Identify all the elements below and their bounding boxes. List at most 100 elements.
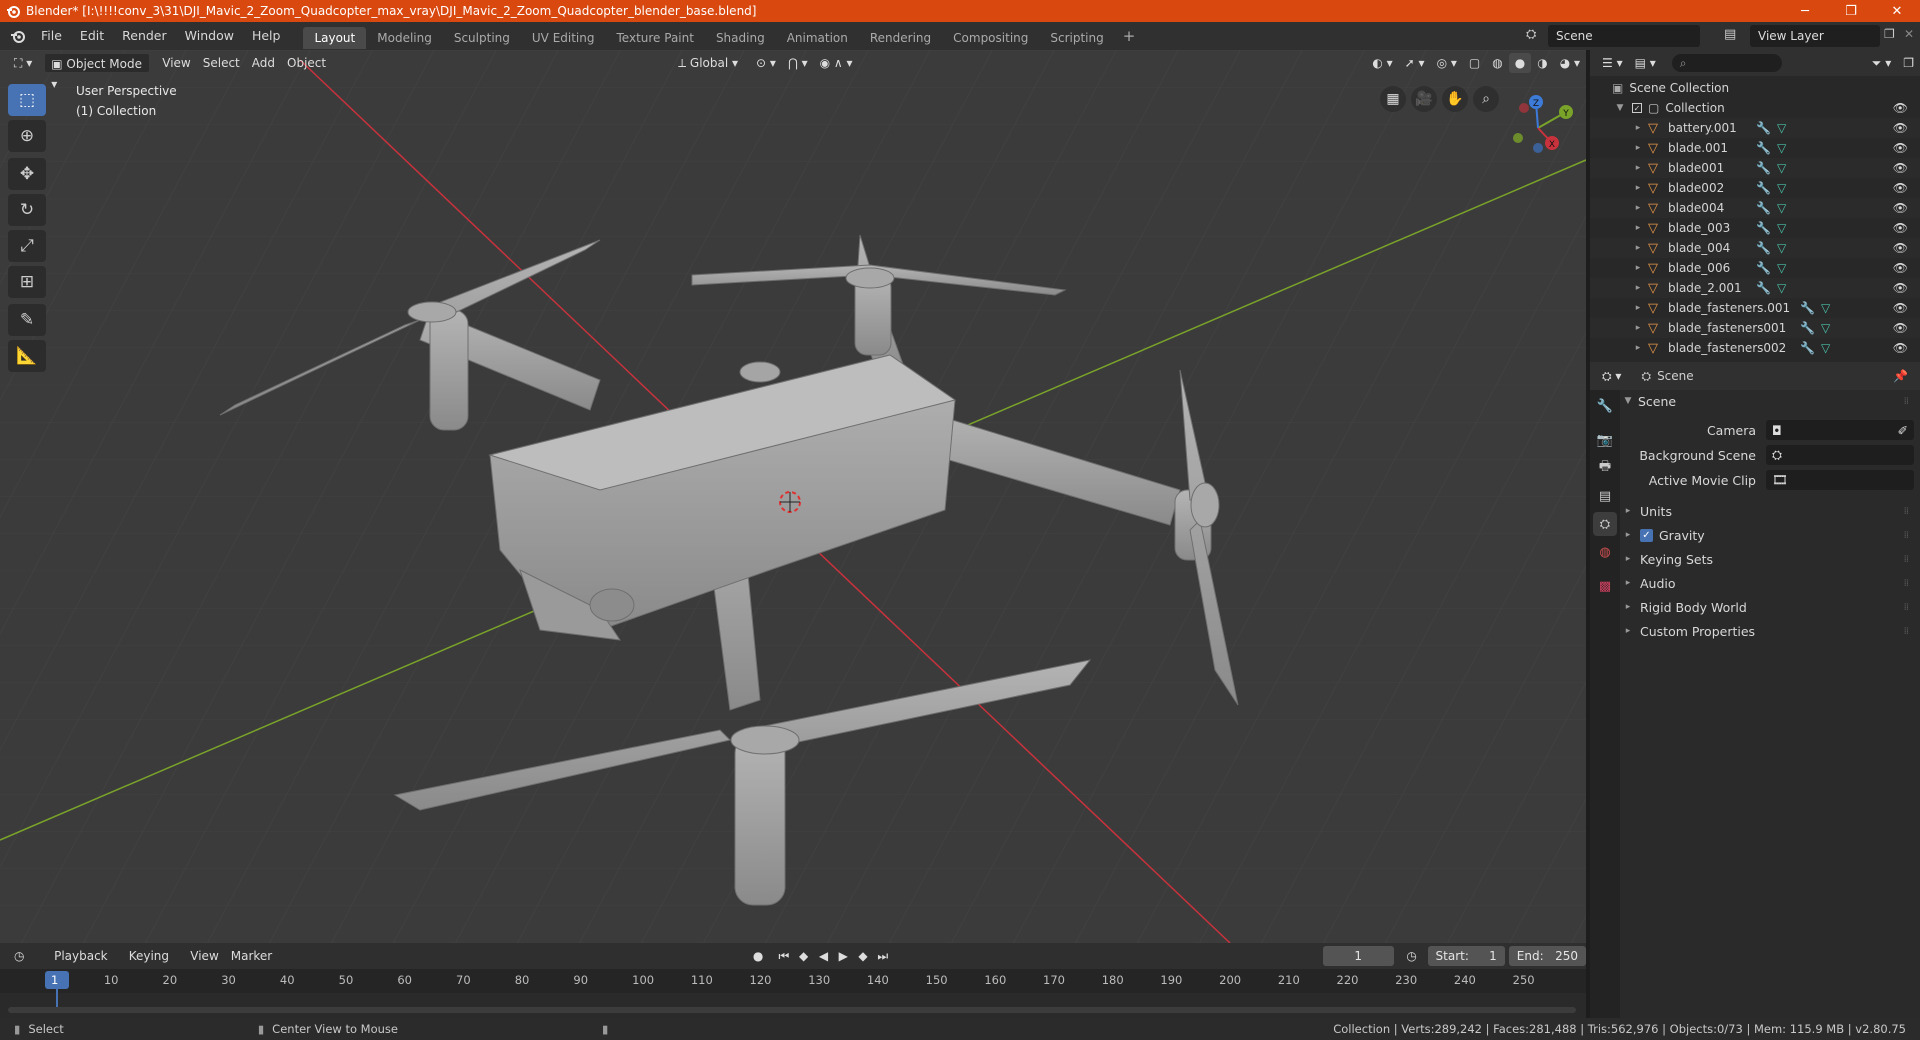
solid-shading-icon[interactable]: ● <box>1508 53 1532 73</box>
mesh-data-icon[interactable]: ▽ <box>1777 221 1786 235</box>
jump-start-icon[interactable]: ⏮ <box>774 946 794 966</box>
play-icon[interactable]: ▶ <box>833 946 853 966</box>
tab-animation[interactable]: Animation <box>776 27 859 49</box>
wireframe-shading-icon[interactable]: ◍ <box>1486 53 1508 73</box>
menu-render[interactable]: Render <box>113 22 176 50</box>
drag-handle-icon[interactable]: ⁞⁞ <box>1904 578 1909 589</box>
tab-sculpting[interactable]: Sculpting <box>443 27 521 49</box>
menu-marker[interactable]: Marker <box>225 946 278 966</box>
outliner-editor-type-icon[interactable]: ☰ ▾ <box>1596 53 1629 73</box>
view-layer-tab-icon[interactable]: ▤ <box>1593 484 1617 508</box>
filter-icon[interactable]: ⏷ ▾ <box>1866 53 1897 73</box>
mesh-data-icon[interactable]: ▽ <box>1777 141 1786 155</box>
play-reverse-icon[interactable]: ◀ <box>814 946 834 966</box>
outliner-object-row[interactable]: ▸ ▽ blade002 🔧 ▽ 👁 <box>1590 178 1920 198</box>
timeline-ruler[interactable]: 1 10 20 30 40 50 60 70 80 90 100 110 120 130 140 150 160… <box>0 969 1586 993</box>
eye-icon[interactable]: 👁 <box>1893 141 1908 155</box>
prev-keyframe-icon[interactable]: ◆ <box>794 946 814 966</box>
menu-keying[interactable]: Keying ▾ <box>123 946 185 983</box>
panel-units[interactable]: ▸ Units ⁞⁞ <box>1622 500 1914 522</box>
modifier-wrench-icon[interactable]: 🔧 <box>1756 181 1771 195</box>
view-layer-icon[interactable]: ▤ <box>1724 27 1736 42</box>
rotate-tool[interactable]: ↻ <box>8 194 46 226</box>
tool-tab-icon[interactable]: 🔧 <box>1593 394 1617 418</box>
panel-audio[interactable]: ▸ Audio ⁞⁞ <box>1622 572 1914 594</box>
eye-icon[interactable]: 👁 <box>1893 221 1908 235</box>
mesh-data-icon[interactable]: ▽ <box>1777 201 1786 215</box>
menu-object[interactable]: Object <box>281 53 332 73</box>
outliner-object-row[interactable]: ▸ ▽ blade_2.001 🔧 ▽ 👁 <box>1590 278 1920 298</box>
modifier-wrench-icon[interactable]: 🔧 <box>1756 241 1771 255</box>
outliner-scene-collection[interactable]: ▣ Scene Collection <box>1590 78 1920 98</box>
expand-arrow-icon[interactable]: ▸ <box>1632 283 1644 293</box>
expand-arrow-icon[interactable]: ▼ <box>1614 103 1626 113</box>
eye-icon[interactable]: 👁 <box>1893 321 1908 335</box>
eye-icon[interactable]: 👁 <box>1893 101 1908 115</box>
current-frame-field[interactable]: 1 <box>1322 946 1394 966</box>
drag-handle-icon[interactable]: ⁞⁞ <box>1904 626 1909 637</box>
modifier-wrench-icon[interactable]: 🔧 <box>1800 341 1815 355</box>
outliner-collection[interactable]: ▼ ✓ ▢ Collection 👁 <box>1590 98 1920 118</box>
eye-icon[interactable]: 👁 <box>1893 121 1908 135</box>
tab-layout[interactable]: Layout <box>303 26 367 49</box>
scene-icon[interactable]: ⛭ <box>1526 27 1536 42</box>
annotate-tool[interactable]: ✎ <box>8 304 46 336</box>
drag-handle-icon[interactable]: ⁞⁞ <box>1904 602 1909 613</box>
mesh-data-icon[interactable]: ▽ <box>1777 181 1786 195</box>
outliner-search-input[interactable]: ⌕ <box>1671 54 1782 72</box>
drag-handle-icon[interactable]: ⁞⁞ <box>1904 396 1909 407</box>
modifier-wrench-icon[interactable]: 🔧 <box>1756 121 1771 135</box>
expand-arrow-icon[interactable]: ▸ <box>1632 243 1644 253</box>
close-button[interactable]: ✕ <box>1874 0 1920 22</box>
mesh-data-icon[interactable]: ▽ <box>1821 321 1830 335</box>
mesh-data-icon[interactable]: ▽ <box>1777 281 1786 295</box>
new-view-layer-icon[interactable]: ❐ <box>1884 27 1895 41</box>
outliner-object-row[interactable]: ▸ ▽ blade_003 🔧 ▽ 👁 <box>1590 218 1920 238</box>
modifier-wrench-icon[interactable]: 🔧 <box>1756 201 1771 215</box>
measure-tool[interactable]: 📐 <box>8 340 46 372</box>
move-tool[interactable]: ✥ <box>8 158 46 190</box>
navigation-gizmo[interactable]: Y Z X <box>1500 86 1580 166</box>
eyedropper-icon[interactable]: ✐ <box>1898 423 1908 438</box>
modifier-wrench-icon[interactable]: 🔧 <box>1756 281 1771 295</box>
render-tab-icon[interactable]: 📷 <box>1593 428 1617 452</box>
panel-keying-sets[interactable]: ▸ Keying Sets ⁞⁞ <box>1622 548 1914 570</box>
expand-arrow-icon[interactable]: ▸ <box>1632 303 1644 313</box>
mesh-data-icon[interactable]: ▽ <box>1777 121 1786 135</box>
pan-hand-icon[interactable]: ✋ <box>1442 86 1468 112</box>
drag-handle-icon[interactable]: ⁞⁞ <box>1904 530 1909 541</box>
outliner-object-row[interactable]: ▸ ▽ blade_004 🔧 ▽ 👁 <box>1590 238 1920 258</box>
proportional-edit-icon[interactable]: ◉ ∧ ▾ <box>814 53 859 73</box>
frame-clock-icon[interactable]: ◷ <box>1402 946 1422 966</box>
pin-icon[interactable]: 📌 <box>1893 369 1908 383</box>
expand-arrow-icon[interactable]: ▸ <box>1632 343 1644 353</box>
outliner-object-row[interactable]: ▸ ▽ blade_006 🔧 ▽ 👁 <box>1590 258 1920 278</box>
eye-icon[interactable]: 👁 <box>1893 261 1908 275</box>
timeline-editor-type-icon[interactable]: ◷ ▾ <box>8 946 40 983</box>
modifier-wrench-icon[interactable]: 🔧 <box>1756 141 1771 155</box>
camera-view-icon[interactable]: 🎥 <box>1411 86 1437 112</box>
drag-handle-icon[interactable]: ⁞⁞ <box>1904 506 1909 517</box>
add-workspace-button[interactable]: + <box>1115 27 1144 45</box>
material-shading-icon[interactable]: ◑ <box>1531 53 1553 73</box>
modifier-wrench-icon[interactable]: 🔧 <box>1800 301 1815 315</box>
collection-checkbox[interactable]: ✓ <box>1632 103 1642 113</box>
orientation-dropdown[interactable]: ⟂ Global ▾ <box>672 53 744 73</box>
menu-window[interactable]: Window <box>176 22 243 50</box>
remove-view-layer-icon[interactable]: ✕ <box>1904 27 1914 41</box>
mesh-data-icon[interactable]: ▽ <box>1821 301 1830 315</box>
panel-gravity[interactable]: ▸ ✓ Gravity ⁞⁞ <box>1622 524 1914 546</box>
expand-arrow-icon[interactable]: ▸ <box>1632 323 1644 333</box>
scene-selector[interactable]: Scene <box>1548 25 1700 47</box>
menu-file[interactable]: File <box>32 22 71 50</box>
mode-dropdown[interactable]: ▣ Object Mode ▾ <box>44 53 151 91</box>
expand-arrow-icon[interactable]: ▸ <box>1632 203 1644 213</box>
end-frame-field[interactable]: End: 250 <box>1508 946 1587 966</box>
menu-view[interactable]: View <box>156 53 196 73</box>
scale-tool[interactable]: ⤢ <box>8 230 46 262</box>
tab-shading[interactable]: Shading <box>705 27 776 49</box>
texture-tab-icon[interactable]: ▩ <box>1593 574 1617 598</box>
mesh-data-icon[interactable]: ▽ <box>1777 161 1786 175</box>
eye-icon[interactable]: 👁 <box>1893 301 1908 315</box>
output-tab-icon[interactable]: 🖶 <box>1593 456 1617 480</box>
